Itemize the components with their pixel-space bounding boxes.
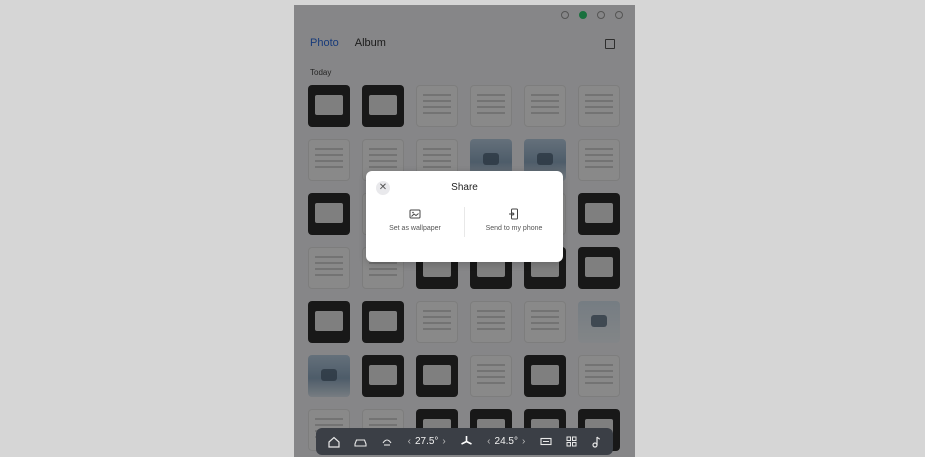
temp-up-right[interactable]: › [522,436,525,447]
seat-heat-icon[interactable] [381,436,393,448]
passenger-temperature[interactable]: ‹ 24.5° › [487,436,525,447]
temp-down-left[interactable]: ‹ [408,436,411,447]
driver-temp-value: 27.5° [414,436,439,447]
option-label: Send to my phone [485,225,543,232]
option-label: Set as wallpaper [389,225,441,232]
music-icon[interactable] [591,436,601,448]
send-to-phone-icon [508,207,520,220]
home-icon[interactable] [328,436,340,448]
apps-icon[interactable] [566,436,577,447]
vehicle-dock: ‹ 27.5° › ‹ 24.5° › [316,428,613,455]
defrost-icon[interactable] [539,437,552,447]
fan-icon[interactable] [460,435,473,448]
driver-temperature[interactable]: ‹ 27.5° › [408,436,446,447]
passenger-temp-value: 24.5° [494,436,518,447]
car-icon[interactable] [354,437,367,447]
share-dialog: ✕ Share Set as wallpaper Send to my phon… [366,171,563,262]
send-to-my-phone-button[interactable]: Send to my phone [465,207,563,232]
dialog-title: Share [451,182,478,193]
set-as-wallpaper-button[interactable]: Set as wallpaper [366,207,464,232]
temp-up-left[interactable]: › [442,436,445,447]
temp-down-right[interactable]: ‹ [487,436,490,447]
image-icon [409,207,421,219]
